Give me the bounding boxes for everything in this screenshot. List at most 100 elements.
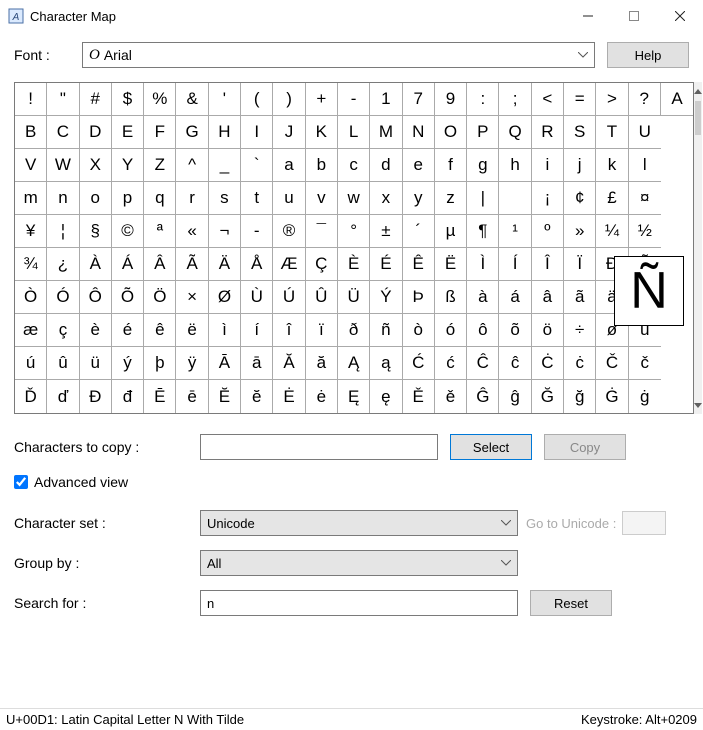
char-cell[interactable]: ÷: [564, 314, 596, 347]
char-cell[interactable]: =: [564, 83, 596, 116]
char-cell[interactable]: â: [532, 281, 564, 314]
char-cell[interactable]: J: [273, 116, 305, 149]
char-cell[interactable]: É: [370, 248, 402, 281]
scroll-down-icon[interactable]: [694, 396, 702, 414]
char-cell[interactable]: à: [467, 281, 499, 314]
char-cell[interactable]: c: [338, 149, 370, 182]
char-cell[interactable]: Ď: [15, 380, 47, 413]
char-cell[interactable]: ¶: [467, 215, 499, 248]
char-cell[interactable]: ď: [47, 380, 79, 413]
char-cell[interactable]: >: [596, 83, 628, 116]
char-cell[interactable]: F: [144, 116, 176, 149]
char-cell[interactable]: Ę: [338, 380, 370, 413]
minimize-button[interactable]: [565, 0, 611, 32]
grid-scrollbar[interactable]: [694, 82, 702, 414]
char-cell[interactable]: Æ: [273, 248, 305, 281]
char-cell[interactable]: Ù: [241, 281, 273, 314]
scroll-thumb[interactable]: [695, 101, 701, 135]
char-cell[interactable]: Ċ: [532, 347, 564, 380]
char-cell[interactable]: M: [370, 116, 402, 149]
copy-button[interactable]: Copy: [544, 434, 626, 460]
charset-select[interactable]: Unicode: [200, 510, 518, 536]
char-cell[interactable]: ¹: [499, 215, 531, 248]
char-cell[interactable]: ^: [176, 149, 208, 182]
char-cell[interactable]: n: [47, 182, 79, 215]
char-cell[interactable]: C: [47, 116, 79, 149]
char-cell[interactable]: h: [499, 149, 531, 182]
char-cell[interactable]: ċ: [564, 347, 596, 380]
char-cell[interactable]: ;: [499, 83, 531, 116]
char-cell[interactable]: y: [403, 182, 435, 215]
char-cell[interactable]: #: [80, 83, 112, 116]
char-cell[interactable]: Ö: [144, 281, 176, 314]
char-cell[interactable]: è: [80, 314, 112, 347]
char-cell[interactable]: q: [144, 182, 176, 215]
char-cell[interactable]: i: [532, 149, 564, 182]
char-cell[interactable]: <: [532, 83, 564, 116]
char-cell[interactable]: Ë: [435, 248, 467, 281]
char-cell[interactable]: o: [80, 182, 112, 215]
char-cell[interactable]: V: [15, 149, 47, 182]
char-cell[interactable]: 9: [435, 83, 467, 116]
char-cell[interactable]: D: [80, 116, 112, 149]
scroll-up-icon[interactable]: [694, 82, 702, 100]
select-button[interactable]: Select: [450, 434, 532, 460]
char-cell[interactable]: ã: [564, 281, 596, 314]
char-cell[interactable]: ă: [306, 347, 338, 380]
char-cell[interactable]: Ó: [47, 281, 79, 314]
char-cell[interactable]: 1: [370, 83, 402, 116]
char-cell[interactable]: ¥: [15, 215, 47, 248]
char-cell[interactable]: N: [403, 116, 435, 149]
char-cell[interactable]: Û: [306, 281, 338, 314]
char-cell[interactable]: Q: [499, 116, 531, 149]
char-cell[interactable]: g: [467, 149, 499, 182]
char-cell[interactable]: s: [209, 182, 241, 215]
char-cell[interactable]: !: [15, 83, 47, 116]
char-cell[interactable]: x: [370, 182, 402, 215]
char-cell[interactable]: O: [435, 116, 467, 149]
char-cell[interactable]: ¯: [306, 215, 338, 248]
char-cell[interactable]: ´: [403, 215, 435, 248]
reset-button[interactable]: Reset: [530, 590, 612, 616]
char-cell[interactable]: í: [241, 314, 273, 347]
char-cell[interactable]: ®: [273, 215, 305, 248]
char-cell[interactable]: Ø: [209, 281, 241, 314]
char-cell[interactable]: Ô: [80, 281, 112, 314]
char-cell[interactable]: U: [629, 116, 661, 149]
char-cell[interactable]: î: [273, 314, 305, 347]
font-select[interactable]: O Arial: [82, 42, 595, 68]
char-cell[interactable]: K: [306, 116, 338, 149]
char-cell[interactable]: ±: [370, 215, 402, 248]
groupby-select[interactable]: All: [200, 550, 518, 576]
char-cell[interactable]: Ą: [338, 347, 370, 380]
char-cell[interactable]: ": [47, 83, 79, 116]
char-cell[interactable]: L: [338, 116, 370, 149]
char-cell[interactable]: m: [15, 182, 47, 215]
char-cell[interactable]: [499, 182, 531, 215]
char-cell[interactable]: I: [241, 116, 273, 149]
char-cell[interactable]: b: [306, 149, 338, 182]
char-cell[interactable]: é: [112, 314, 144, 347]
char-cell[interactable]: H: [209, 116, 241, 149]
char-cell[interactable]: 7: [403, 83, 435, 116]
char-cell[interactable]: Å: [241, 248, 273, 281]
char-cell[interactable]: ñ: [370, 314, 402, 347]
char-cell[interactable]: ð: [338, 314, 370, 347]
char-cell[interactable]: ġ: [629, 380, 661, 413]
char-cell[interactable]: t: [241, 182, 273, 215]
char-cell[interactable]: j: [564, 149, 596, 182]
char-cell[interactable]: p: [112, 182, 144, 215]
char-cell[interactable]: :: [467, 83, 499, 116]
char-cell[interactable]: B: [15, 116, 47, 149]
char-cell[interactable]: Ğ: [532, 380, 564, 413]
char-cell[interactable]: ¬: [209, 215, 241, 248]
char-cell[interactable]: ğ: [564, 380, 596, 413]
char-cell[interactable]: È: [338, 248, 370, 281]
char-cell[interactable]: û: [47, 347, 79, 380]
char-cell[interactable]: ó: [435, 314, 467, 347]
char-cell[interactable]: £: [596, 182, 628, 215]
char-cell[interactable]: Ä: [209, 248, 241, 281]
char-cell[interactable]: ć: [435, 347, 467, 380]
char-cell[interactable]: G: [176, 116, 208, 149]
char-cell[interactable]: ú: [15, 347, 47, 380]
